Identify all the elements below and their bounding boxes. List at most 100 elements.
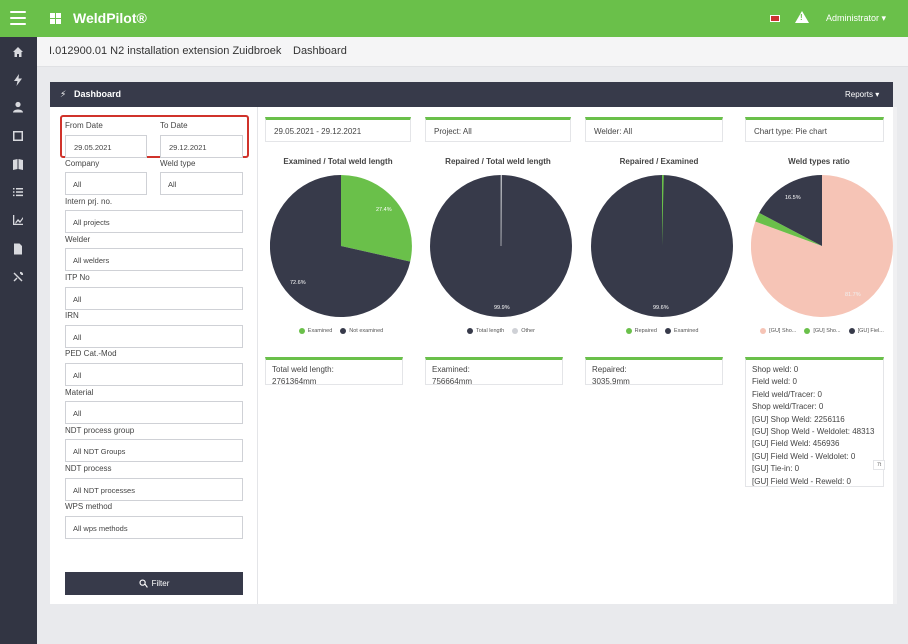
- from-date-input[interactable]: 29.05.2021: [65, 135, 147, 158]
- brand-name[interactable]: WeldPilot®: [73, 10, 147, 26]
- stat-value: 3035.9mm: [592, 377, 630, 386]
- total-weld-length-card: Total weld length: 2761364mm: [265, 357, 403, 386]
- legend-entry: Other: [521, 328, 535, 334]
- material-label: Material: [65, 388, 94, 397]
- company-select[interactable]: All: [65, 172, 147, 195]
- weld-type-select[interactable]: All: [160, 172, 243, 195]
- language-flag-icon[interactable]: [770, 15, 780, 22]
- reports-dropdown[interactable]: Reports ▾: [845, 90, 879, 99]
- legend-entry: Not examined: [349, 328, 384, 334]
- list-item: [GU] Field Weld - Weldolet: 0: [752, 451, 856, 461]
- list-item: Shop weld: 0: [752, 365, 799, 374]
- ped-label: PED Cat.-Mod: [65, 349, 117, 358]
- warning-icon[interactable]: [795, 11, 809, 23]
- user-icon[interactable]: [11, 100, 25, 114]
- list-item: Field weld: 0: [752, 377, 797, 387]
- intern-project-select[interactable]: All projects: [65, 210, 243, 233]
- irn-select[interactable]: All: [65, 325, 243, 348]
- ped-select[interactable]: All: [65, 363, 243, 386]
- chart-legend: Examined Not examined: [261, 328, 421, 334]
- breadcrumb-project[interactable]: I.012900.01 N2 installation extension Zu…: [49, 45, 281, 57]
- bolt-icon[interactable]: [11, 73, 25, 87]
- from-date-label: From Date: [65, 121, 103, 130]
- ndt-process-select[interactable]: All NDT processes: [65, 478, 243, 501]
- legend-dot: [340, 328, 347, 334]
- breadcrumb: I.012900.01 N2 installation extension Zu…: [37, 37, 908, 67]
- ndt-group-select[interactable]: All NDT Groups: [65, 439, 243, 462]
- intern-project-label: Intern prj. no.: [65, 197, 113, 206]
- list-item: [GU] Shop Weld: 2256116: [752, 414, 845, 424]
- dashboard-panel-header: ⚡ Dashboard Reports ▾: [50, 82, 893, 107]
- legend-entry: Total length: [476, 328, 505, 334]
- pie-label: 99.6%: [653, 305, 669, 311]
- scrollbar[interactable]: [893, 107, 897, 604]
- list-item: [GU] Field Weld: 456936: [752, 439, 840, 449]
- stat-value: 2761364mm: [272, 377, 317, 386]
- book-icon[interactable]: [11, 157, 25, 171]
- filter-button-label: Filter: [151, 579, 170, 588]
- irn-label: IRN: [65, 311, 79, 320]
- examined-card: Examined: 756664mm: [425, 357, 563, 386]
- home-icon[interactable]: [11, 45, 25, 59]
- search-icon: [139, 579, 148, 588]
- weld-type-label: Weld type: [160, 159, 196, 168]
- tooltip-tag: 7t: [873, 460, 886, 470]
- company-label: Company: [65, 159, 100, 168]
- summary-project: Project: All: [425, 117, 571, 142]
- chart-title: Repaired / Total weld length: [445, 157, 551, 166]
- ndt-group-label: NDT process group: [65, 426, 135, 435]
- menu-icon[interactable]: [10, 11, 26, 25]
- stat-label: Repaired:: [592, 365, 627, 374]
- bolt-icon: ⚡: [60, 89, 67, 99]
- chart-legend: Total length Other: [421, 328, 581, 334]
- user-menu[interactable]: Administrator ▾: [826, 13, 886, 24]
- pie-label: 16.5%: [785, 195, 801, 201]
- pie-label: 99.9%: [494, 305, 510, 311]
- list-item: [GU] Tie-in: 0: [752, 464, 800, 474]
- legend-entry: Examined: [307, 328, 333, 334]
- welder-select[interactable]: All welders: [65, 248, 243, 271]
- legend-dot: [467, 328, 474, 334]
- list-item: Shop weld/Tracer: 0: [752, 402, 824, 412]
- filter-button[interactable]: Filter: [65, 572, 243, 595]
- apps-grid-icon: [50, 13, 61, 24]
- material-select[interactable]: All: [65, 401, 243, 424]
- repaired-examined-pie-chart[interactable]: 99.6%: [591, 175, 733, 317]
- list-item: Field weld/Tracer: 0: [752, 389, 822, 399]
- chart-legend: Repaired Examined: [582, 328, 742, 334]
- weld-types-pie-chart[interactable]: 16.5% 81.7%: [751, 175, 893, 317]
- to-date-input[interactable]: 29.12.2021: [160, 135, 243, 158]
- examined-pie-chart[interactable]: 27.4% 72.6%: [270, 175, 412, 317]
- legend-dot: [804, 328, 811, 334]
- chart-title: Repaired / Examined: [619, 157, 699, 166]
- document-icon[interactable]: [11, 242, 25, 256]
- repaired-total-pie-chart[interactable]: 99.9%: [430, 175, 572, 317]
- legend-dot: [848, 328, 855, 334]
- legend-dot: [625, 328, 632, 334]
- summary-welder: Welder: All: [585, 117, 723, 142]
- list-item: [GU] Field Weld - Reweld: 0: [752, 476, 851, 486]
- square-icon[interactable]: [11, 129, 25, 143]
- chart-title: Weld types ratio: [788, 157, 850, 166]
- stat-label: Total weld length:: [272, 365, 334, 374]
- breadcrumb-page: Dashboard: [293, 45, 347, 57]
- tools-icon[interactable]: [11, 270, 25, 284]
- pie-label: 81.7%: [845, 292, 861, 298]
- chart-title: Examined / Total weld length: [283, 157, 393, 166]
- legend-entry: Examined: [673, 328, 699, 334]
- list-icon[interactable]: [11, 185, 25, 199]
- itp-label: ITP No: [65, 273, 90, 282]
- to-date-label: To Date: [160, 121, 188, 130]
- itp-select[interactable]: All: [65, 287, 243, 310]
- list-item: [GU] Shop Weld - Weldolet: 48313: [752, 427, 875, 437]
- repaired-card: Repaired: 3035.9mm: [585, 357, 723, 386]
- legend-dot: [298, 328, 305, 334]
- legend-dot: [512, 328, 519, 334]
- legend-dot: [664, 328, 671, 334]
- chart-icon[interactable]: [11, 213, 25, 227]
- stat-value: 756664mm: [432, 377, 473, 386]
- stat-label: Examined:: [432, 365, 470, 374]
- pie-label: 72.6%: [290, 280, 306, 286]
- wps-select[interactable]: All wps methods: [65, 516, 243, 539]
- legend-dot: [760, 328, 767, 334]
